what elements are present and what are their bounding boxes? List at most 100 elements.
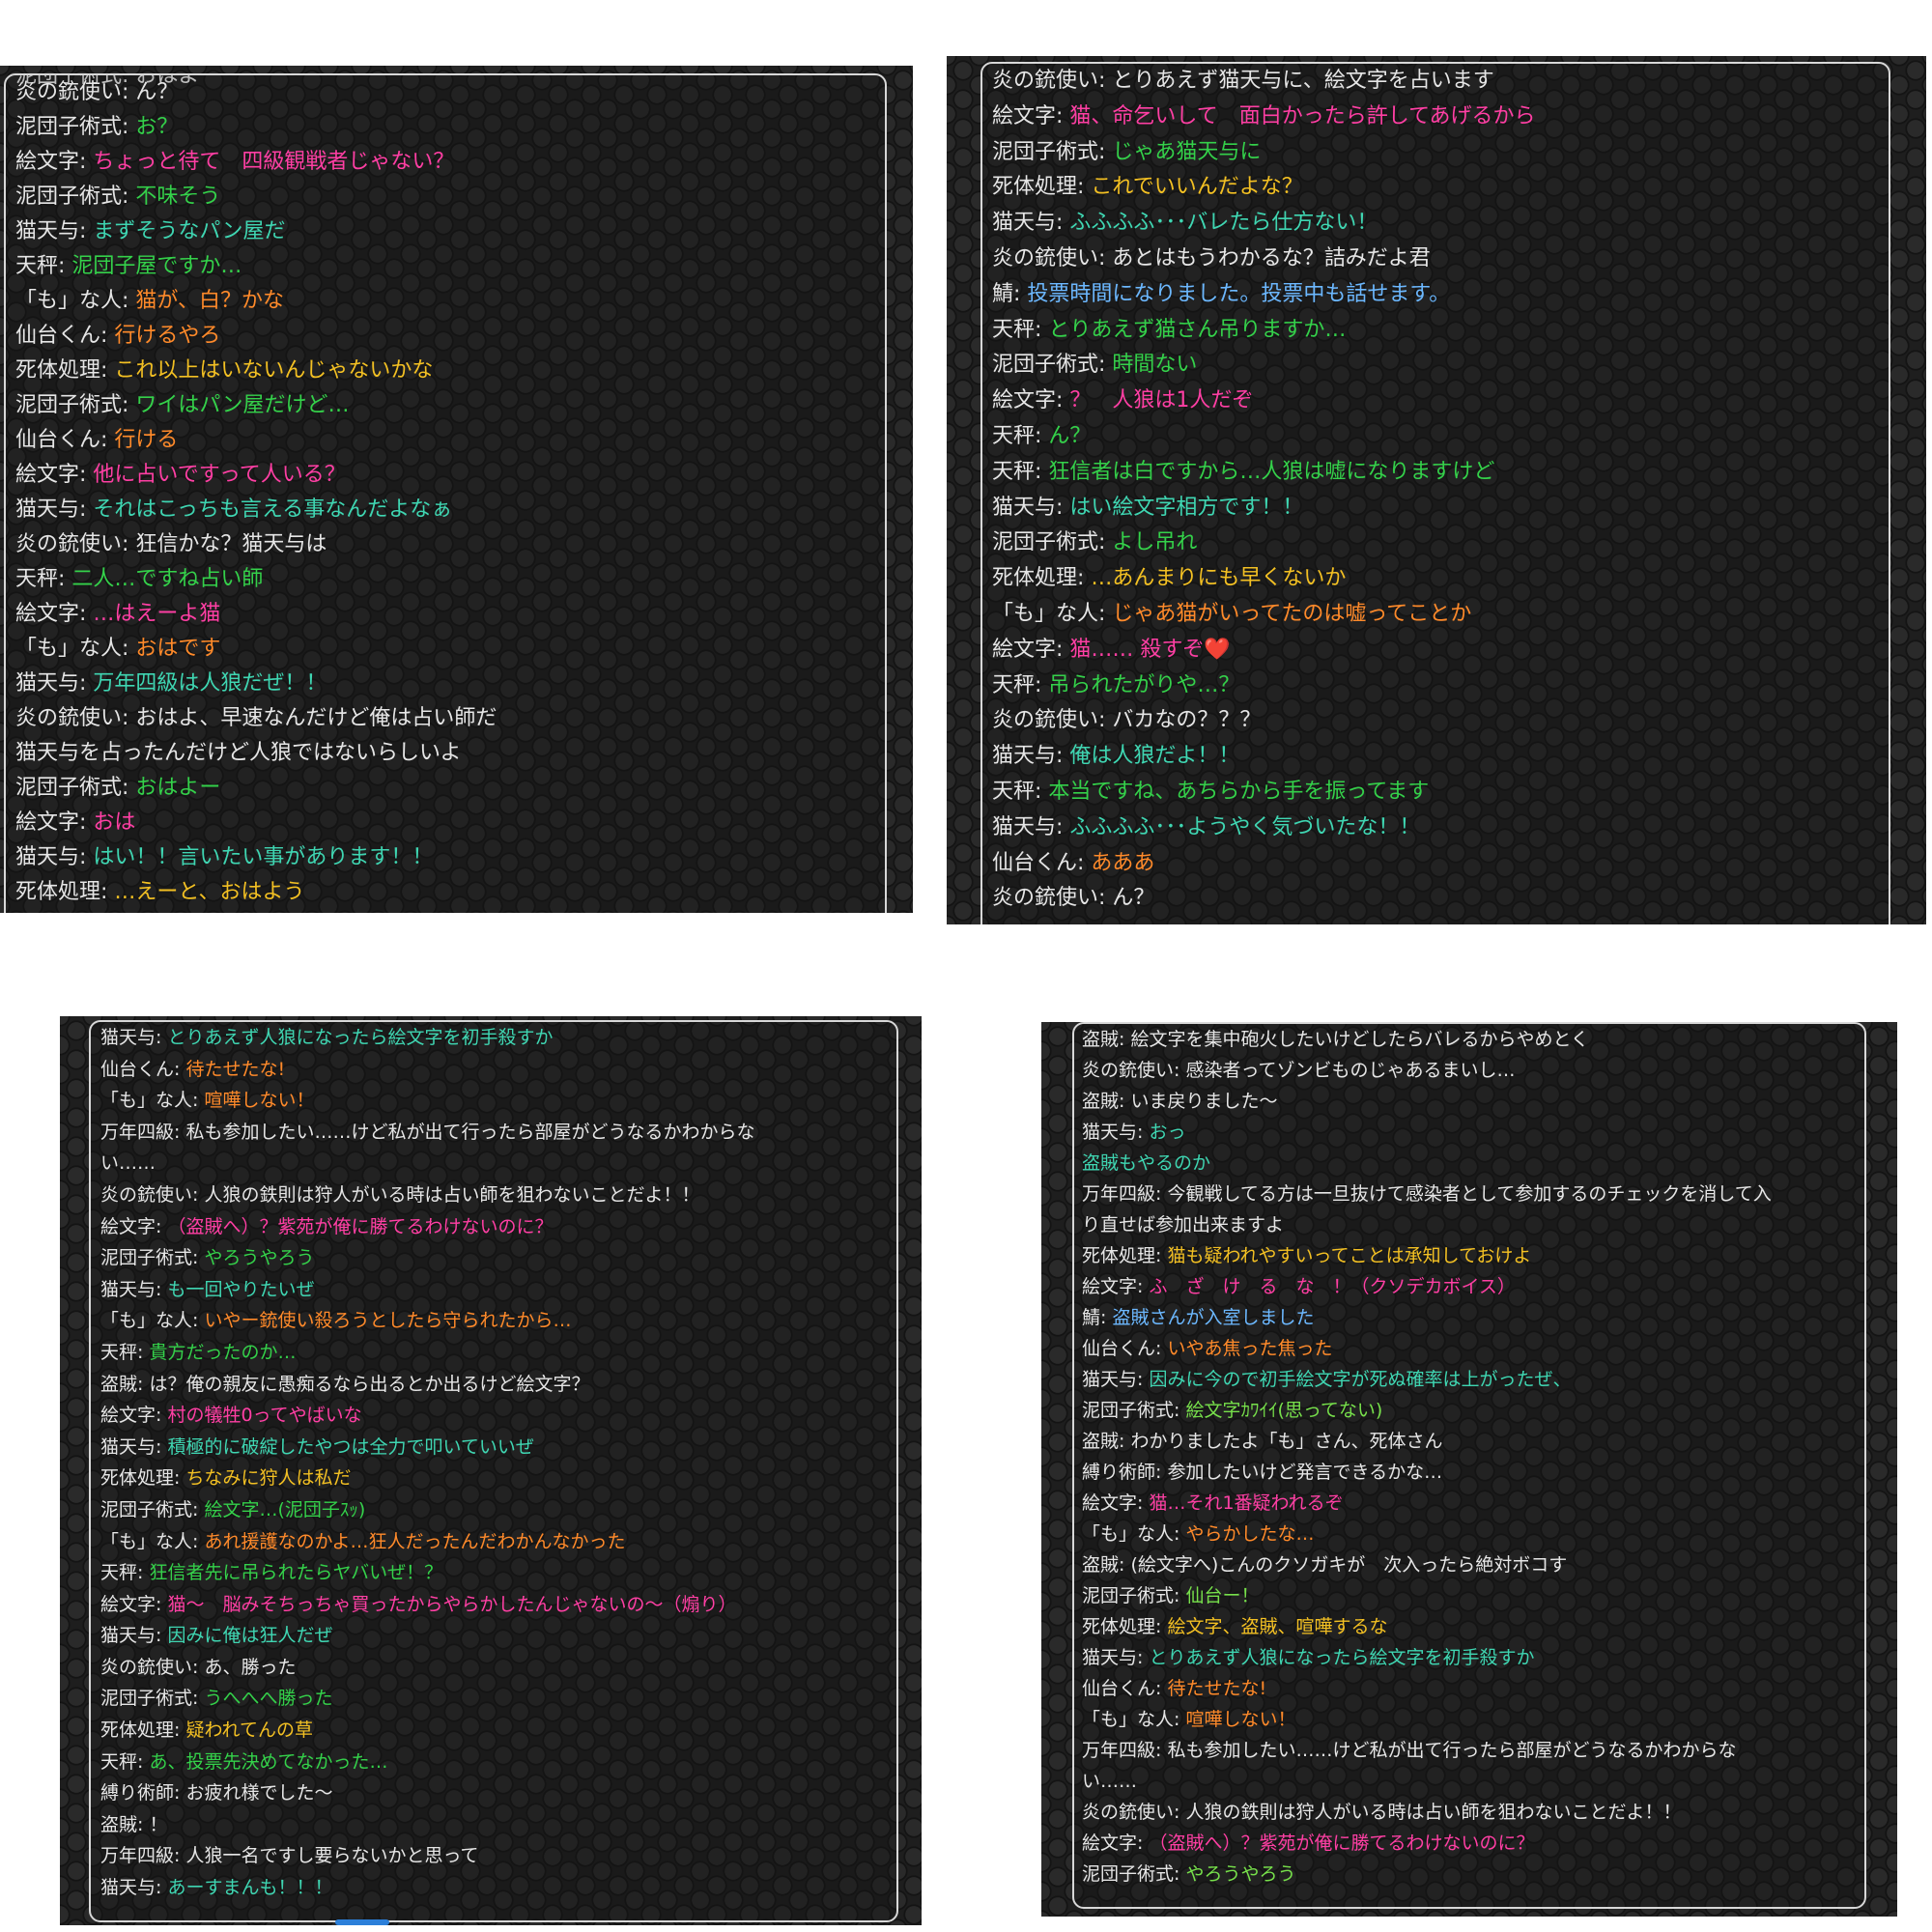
speaker-separator: : (1119, 1091, 1131, 1112)
speaker-separator: : (192, 1498, 205, 1520)
speaker-separator: : (174, 1467, 186, 1490)
speaker-separator: : (122, 115, 136, 139)
chat-message: 死体処理: ちなみに狩人は私だ (91, 1463, 896, 1494)
speaker-separator: : (192, 1688, 205, 1710)
message-speaker: 泥団子術式 (15, 115, 123, 139)
message-speaker: 天秤 (992, 779, 1036, 804)
chat-message: 盗賊: 絵文字を集中砲火したいけどしたらバレるからやめとく (1074, 1024, 1864, 1055)
message-text: おっ (1149, 1122, 1186, 1143)
message-speaker: 絵文字 (992, 103, 1057, 128)
message-text: ？ 人狼は1人だぞ (1069, 388, 1254, 413)
chat-message: 天秤: 貴方だったのか… (91, 1337, 896, 1369)
chat-log: 盗賊: 絵文字を集中砲火したいけどしたらバレるからやめとく 炎の銃使い: 感染者っ… (1074, 1024, 1864, 1889)
message-text: ワイはパン屋だけど… (135, 393, 350, 417)
message-text: …えーと、おはよう (114, 880, 305, 904)
speaker-separator: : (1098, 530, 1113, 555)
message-speaker: 泥団子術式 (1082, 1585, 1175, 1606)
message-text: あ、勝った (204, 1656, 297, 1678)
chat-log-frame: 炎の銃使い: とりあえず猫天与に、絵文字を占います 絵文字: 猫、命乞いして 面白… (980, 62, 1890, 924)
message-text: 行けるやろ (114, 324, 221, 348)
chat-message: 泥団子術式: 仙台ー！ (1074, 1580, 1864, 1611)
speaker-separator: : (1137, 1122, 1150, 1143)
message-speaker: 万年四級 (1082, 1740, 1156, 1761)
message-text: （盗賊へ）？紫苑が俺に勝てるわけないのに？ (167, 1215, 554, 1237)
chat-message: 絵文字: ？ 人狼は1人だぞ (982, 384, 1889, 419)
chat-message: 猫天与: とりあえず人狼になったら絵文字を初手殺すか (1074, 1642, 1864, 1673)
message-speaker: 死体処理 (992, 175, 1078, 200)
message-text: 猫天与を占ったんだけど人狼ではないらしいよ (15, 741, 462, 765)
message-text: 待たせたな! (185, 1058, 286, 1080)
message-speaker: 泥団子術式 (15, 776, 123, 800)
chat-message: 猫天与を占ったんだけど人狼ではないらしいよ (6, 736, 885, 771)
chat-message: 炎の銃使い: 人狼の鉄則は狩人がいる時は占い師を狙わないことだよ！！ (91, 1179, 896, 1211)
message-text: 狂信者先に吊られたらヤバいぜ！？ (149, 1562, 443, 1584)
message-speaker: 絵文字 (1082, 1833, 1138, 1854)
message-speaker: 猫天与 (15, 671, 80, 696)
message-speaker: 「も」な人 (992, 601, 1099, 626)
speaker-separator: : (122, 637, 136, 661)
message-speaker: 死体処理 (15, 880, 101, 904)
speaker-separator: : (192, 1310, 205, 1332)
message-text: よし吊れ (1112, 530, 1198, 555)
message-speaker: 猫天与 (100, 1877, 156, 1899)
message-text: 猫…それ1番疑われるぞ (1149, 1492, 1344, 1514)
chat-message: 猫天与: 俺は人狼だよ！！ (982, 739, 1889, 775)
message-text: それはこっちも言える事なんだよなぁ (93, 497, 453, 522)
chat-message: 猫天与: はい！！言いたい事があります！！ (6, 840, 885, 875)
message-speaker: 仙台くん (15, 324, 101, 348)
speaker-separator: : (79, 150, 94, 174)
speaker-separator: : (1056, 814, 1070, 839)
message-speaker: 泥団子術式 (15, 393, 123, 417)
speaker-separator: : (79, 810, 94, 835)
speaker-separator: : (1056, 388, 1070, 413)
chat-message: 仙台くん: いやあ焦った焦った (1074, 1333, 1864, 1364)
speaker-separator: : (1035, 459, 1049, 484)
message-text: 人狼の鉄則は狩人がいる時は占い師を狙わないことだよ！！ (204, 1183, 700, 1206)
speaker-separator: : (174, 1121, 186, 1143)
chat-message: 炎の銃使い: 感染者ってゾンビものじゃあるまいし… (1074, 1055, 1864, 1086)
message-speaker: 死体処理 (100, 1719, 175, 1742)
message-text: 投票時間になりました。投票中も話せます。 (1027, 281, 1451, 306)
message-speaker: 万年四級 (1082, 1183, 1156, 1205)
chat-message: 天秤: 狂信者先に吊られたらヤバいぜ！？ (91, 1557, 896, 1589)
speaker-separator: : (1056, 103, 1070, 128)
message-speaker: 炎の銃使い (992, 69, 1099, 93)
speaker-separator: : (1174, 1863, 1186, 1885)
message-text: これでいいんだよな？ (1091, 175, 1303, 200)
speaker-separator: : (1137, 1647, 1150, 1668)
scrollbar-thumb[interactable] (335, 1919, 389, 1925)
speaker-separator: : (1174, 1585, 1186, 1606)
message-text: あ、投票先決めてなかった… (149, 1750, 388, 1773)
chat-message: 猫天与: あーすまんも！！！ (91, 1872, 896, 1904)
chat-message: 万年四級: 今観戦してる方は一旦抜けて感染者として参加するのチェックを消して入 … (1074, 1179, 1864, 1240)
chat-message: 猫天与: も一回やりたいぜ (91, 1274, 896, 1306)
speaker-separator: : (79, 602, 94, 626)
message-text: ふふふふ･･･ようやく気づいたな！！ (1069, 814, 1421, 839)
chat-message: 死体処理: これでいいんだよな？ (982, 170, 1889, 206)
speaker-separator: : (1056, 744, 1070, 769)
message-speaker: 炎の銃使い (1082, 1060, 1175, 1081)
message-speaker: 盗賊 (100, 1373, 138, 1395)
message-speaker: 泥団子術式 (15, 185, 123, 209)
speaker-separator: : (1035, 672, 1049, 697)
message-text: いやあ焦った焦った (1167, 1338, 1333, 1359)
message-text: やろうやろう (204, 1247, 315, 1269)
speaker-separator: : (1155, 1616, 1168, 1637)
message-text: 絵文字、盗賊、喧嘩するな (1167, 1616, 1388, 1637)
chat-message: 猫天与: 因みに俺は狂人だぜ (91, 1620, 896, 1652)
chat-message: 絵文字: ちょっと待て 四級観戦者じゃない？ (6, 145, 885, 180)
chat-message: 猫天与: 万年四級は人狼だぜ！！ (6, 667, 885, 701)
speaker-separator: : (1100, 1307, 1113, 1328)
message-speaker: 炎の銃使い (992, 245, 1099, 270)
message-text: これ以上はいないんじゃないかな (114, 358, 434, 383)
chat-message: 死体処理: 疑われてんの草 (91, 1715, 896, 1747)
chat-message: 泥団子術式: お？ (6, 110, 885, 145)
message-speaker: 縛り術師 (100, 1782, 175, 1804)
speaker-separator: : (156, 1593, 168, 1615)
chat-message: 盗賊: いま戻りました〜 (1074, 1086, 1864, 1117)
message-speaker: 死体処理 (1082, 1616, 1156, 1637)
message-text: 私も参加したい……けど私が出て行ったら部屋がどうなるかわからな い…… (100, 1121, 755, 1175)
speaker-separator: : (1155, 1462, 1168, 1483)
message-text: 参加したいけど発言できるかな… (1167, 1462, 1443, 1483)
chat-message: 死体処理: …えーと、おはよう (6, 875, 885, 910)
